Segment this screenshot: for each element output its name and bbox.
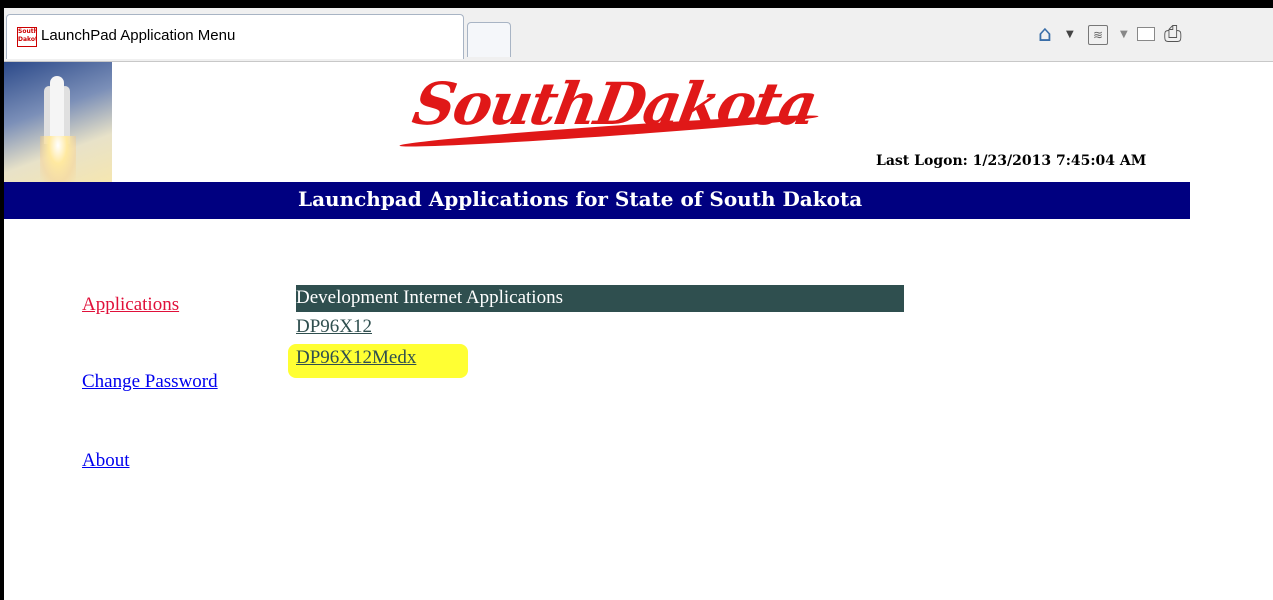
mail-icon[interactable] bbox=[1137, 27, 1155, 41]
feeds-icon[interactable]: ≋ bbox=[1088, 25, 1108, 45]
home-icon[interactable]: ⌂ bbox=[1038, 22, 1052, 47]
application-group-title: Development Internet Applications bbox=[296, 287, 563, 308]
browser-window: South Dakota LaunchPad Application Menu … bbox=[4, 8, 1273, 600]
new-tab-button[interactable] bbox=[467, 22, 511, 57]
application-link-dp96x12[interactable]: DP96X12 bbox=[296, 316, 372, 338]
nav-about-link[interactable]: About bbox=[82, 450, 130, 472]
tab-title: LaunchPad Application Menu bbox=[41, 27, 236, 44]
chevron-down-icon[interactable]: ▼ bbox=[1120, 29, 1128, 53]
shuttle-flame bbox=[40, 136, 76, 182]
nav-applications-link[interactable]: Applications bbox=[82, 294, 179, 316]
page-title: Launchpad Applications for State of Sout… bbox=[298, 187, 863, 211]
application-group-header: Development Internet Applications bbox=[296, 285, 904, 312]
favicon-icon: South Dakota bbox=[17, 27, 37, 47]
space-shuttle-image bbox=[4, 62, 112, 182]
page-banner: Launchpad Applications for State of Sout… bbox=[4, 182, 1190, 219]
print-icon[interactable]: ⎙ bbox=[1164, 22, 1182, 47]
nav-change-password-link[interactable]: Change Password bbox=[82, 371, 218, 393]
application-link-dp96x12medx[interactable]: DP96X12Medx bbox=[296, 347, 416, 369]
chevron-down-icon[interactable]: ▼ bbox=[1066, 29, 1074, 53]
shuttle-body bbox=[50, 76, 64, 138]
browser-tab-bar: South Dakota LaunchPad Application Menu … bbox=[4, 8, 1273, 62]
last-logon-text: Last Logon: 1/23/2013 7:45:04 AM bbox=[876, 153, 1147, 169]
browser-tab-active[interactable]: South Dakota LaunchPad Application Menu bbox=[6, 14, 464, 59]
